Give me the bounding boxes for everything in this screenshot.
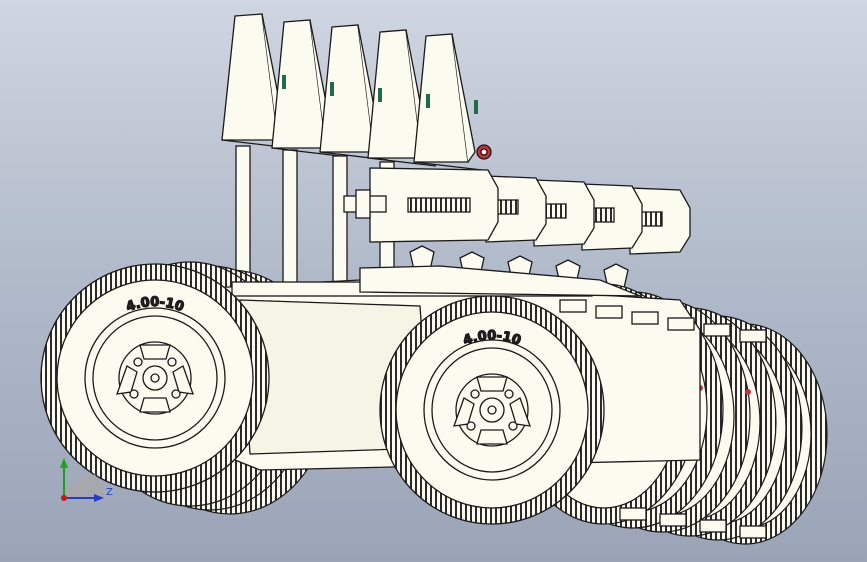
left-wheel-hub — [116, 341, 194, 415]
left-front-tire: 4.00-10 — [40, 263, 270, 493]
cad-viewport[interactable]: 4.00-10 4.00-10 Z — [0, 0, 867, 562]
model-scene[interactable]: 4.00-10 4.00-10 — [0, 0, 867, 562]
actuator-main — [343, 167, 499, 243]
upright-panels — [221, 13, 492, 285]
right-wheel-hub — [453, 373, 531, 447]
triad-z-label: Z — [106, 487, 113, 498]
right-front-tire: 4.00-10 — [379, 295, 605, 525]
upright-panel — [413, 33, 492, 171]
